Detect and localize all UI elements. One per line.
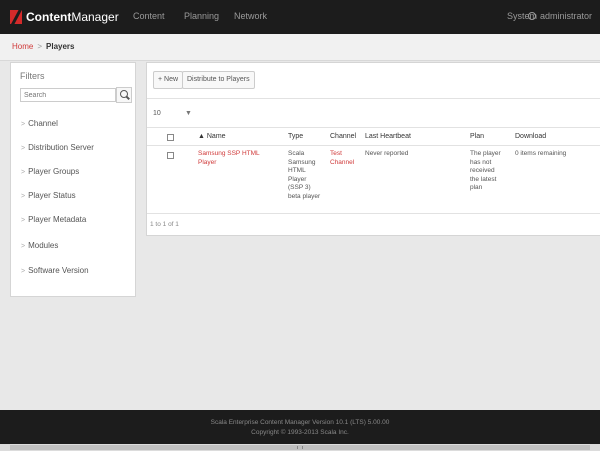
- expand-arrow-icon: >: [21, 217, 26, 224]
- filters-panel: Filters >Channel >Distribution Server >P…: [10, 62, 136, 297]
- nav-network[interactable]: Network: [234, 11, 267, 21]
- result-count: 1 to 1 of 1: [150, 221, 179, 228]
- filter-distribution-server[interactable]: > Distribution Server: [21, 143, 94, 152]
- player-plan-line: has not: [470, 158, 492, 166]
- filter-channel[interactable]: > Channel: [21, 119, 58, 128]
- players-panel: + New Distribute to Players 10 ▼ ▲ Name …: [146, 62, 600, 236]
- player-plan-line: received: [470, 167, 495, 174]
- player-channel-line: Channel: [330, 158, 355, 166]
- filter-label: Player Status: [28, 191, 76, 200]
- header-type[interactable]: Type: [288, 133, 303, 140]
- user-menu[interactable]: administrator: [527, 11, 592, 21]
- filter-label: Software Version: [28, 266, 89, 275]
- player-type-line: Player: [288, 175, 307, 183]
- expand-arrow-icon: >: [21, 268, 26, 275]
- player-plan-line: plan: [470, 184, 483, 191]
- filter-software-version[interactable]: > Software Version: [21, 266, 89, 275]
- breadcrumb-separator: >: [37, 42, 43, 51]
- nav-planning[interactable]: Planning: [184, 11, 219, 21]
- footer-copyright: Copyright © 1993-2013 Scala Inc.: [251, 429, 349, 436]
- nav-content[interactable]: Content: [133, 11, 165, 21]
- filter-player-status[interactable]: > Player Status: [21, 191, 76, 200]
- chevron-down-icon: ▼: [185, 110, 192, 117]
- filter-label: Channel: [28, 119, 58, 128]
- user-name: administrator: [539, 11, 592, 21]
- filter-modules[interactable]: > Modules: [21, 241, 58, 250]
- breadcrumb-home[interactable]: Home: [12, 42, 33, 51]
- player-type-line: (SSP 3): [288, 184, 311, 191]
- search-button[interactable]: [116, 87, 132, 103]
- filter-label: Player Groups: [28, 167, 80, 176]
- expand-arrow-icon: >: [21, 169, 26, 176]
- filter-player-groups[interactable]: > Player Groups: [21, 167, 79, 176]
- distribute-button[interactable]: Distribute to Players: [182, 71, 255, 89]
- user-icon: [527, 12, 536, 20]
- header-last-heartbeat[interactable]: Last Heartbeat: [365, 133, 411, 140]
- search-icon-handle: [126, 95, 130, 100]
- player-name-line: Player: [198, 158, 217, 166]
- player-plan: The player has not received the latest p…: [470, 150, 501, 193]
- player-type: Scala Samsung HTML Player (SSP 3) beta p…: [288, 150, 320, 201]
- filter-label: Distribution Server: [28, 143, 94, 152]
- horizontal-scrollbar[interactable]: [0, 444, 600, 451]
- row-checkbox[interactable]: [167, 152, 174, 159]
- player-plan-line: the latest: [470, 175, 497, 183]
- logo-text: ContentManager: [26, 10, 119, 24]
- divider: [147, 98, 600, 99]
- header-divider: [147, 145, 600, 146]
- top-navbar: ContentManager Content Planning Network …: [0, 0, 600, 34]
- new-button[interactable]: + New: [153, 71, 184, 89]
- breadcrumb-current: Players: [46, 42, 75, 51]
- search-input[interactable]: [20, 88, 116, 102]
- breadcrumb-bar: Home > Players: [0, 34, 600, 61]
- expand-arrow-icon: >: [21, 145, 26, 152]
- header-name[interactable]: ▲ Name: [198, 133, 226, 140]
- expand-arrow-icon: >: [21, 243, 26, 250]
- logo-mark-icon: [10, 10, 22, 24]
- player-last-heartbeat: Never reported: [365, 150, 409, 157]
- player-download: 0 items remaining: [515, 150, 567, 157]
- logo-text-bold: Content: [26, 10, 72, 24]
- page-size-select[interactable]: 10 ▼: [153, 107, 193, 121]
- player-name-line: Samsung SSP HTML: [198, 150, 260, 157]
- table-bottom-border: [147, 213, 600, 214]
- header-channel[interactable]: Channel: [330, 133, 356, 140]
- app-logo[interactable]: ContentManager: [10, 9, 119, 25]
- select-all-checkbox[interactable]: [167, 134, 174, 141]
- logo-text-thin: Manager: [71, 10, 119, 24]
- player-type-line: HTML: [288, 167, 306, 174]
- page-size-value: 10: [153, 110, 161, 117]
- expand-arrow-icon: >: [21, 193, 26, 200]
- player-type-line: beta player: [288, 192, 321, 200]
- player-channel-line: Test: [330, 150, 342, 157]
- player-channel-link[interactable]: Test Channel: [330, 150, 354, 167]
- player-type-line: Samsung: [288, 158, 316, 166]
- header-plan[interactable]: Plan: [470, 133, 484, 140]
- breadcrumb: Home > Players: [12, 42, 74, 51]
- header-download[interactable]: Download: [515, 133, 546, 140]
- filter-label: Modules: [28, 241, 59, 250]
- player-name-link[interactable]: Samsung SSP HTML Player: [198, 150, 260, 167]
- expand-arrow-icon: >: [21, 121, 26, 128]
- player-type-line: Scala: [288, 150, 305, 157]
- scrollbar-grip-icon: [297, 446, 303, 449]
- filter-label: Player Metadata: [28, 215, 87, 224]
- footer: Scala Enterprise Content Manager Version…: [0, 410, 600, 444]
- filter-player-metadata[interactable]: > Player Metadata: [21, 215, 86, 224]
- footer-version: Scala Enterprise Content Manager Version…: [210, 419, 390, 426]
- player-plan-line: The player: [470, 150, 501, 157]
- table-top-border: [147, 127, 600, 128]
- filters-title: Filters: [20, 71, 45, 81]
